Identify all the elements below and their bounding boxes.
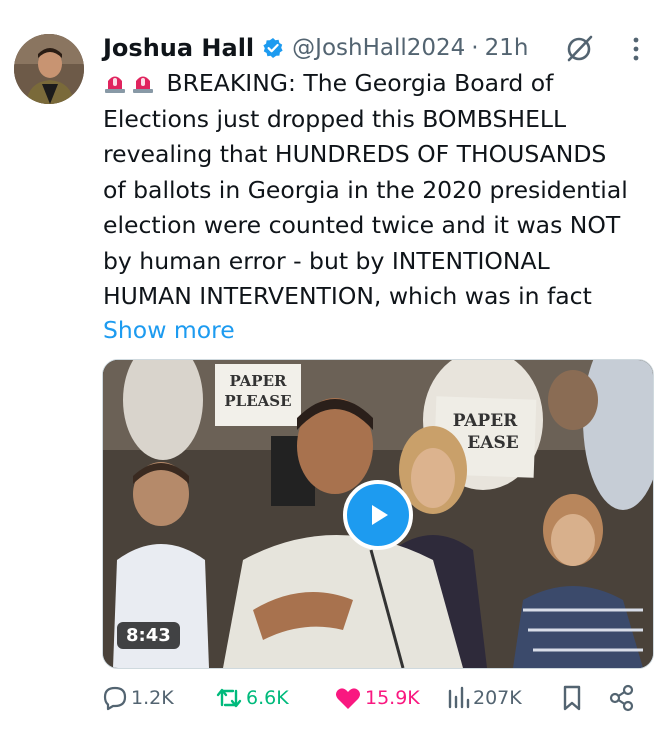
share-icon [609, 684, 634, 712]
views-button[interactable]: 207K [446, 680, 522, 716]
share-button[interactable] [608, 680, 639, 716]
verified-badge-icon [262, 37, 284, 59]
reply-count: 1.2K [131, 687, 174, 709]
heart-icon [336, 688, 360, 709]
video-duration-badge: 8:43 [117, 622, 180, 649]
siren-icon [131, 69, 155, 93]
protest-sign-text: PAPER [229, 372, 287, 390]
views-chart-icon [448, 686, 470, 709]
tweet[interactable]: Joshua Hall @JoshHall2024 · 21h BREAKING… [0, 0, 668, 735]
separator-dot: · [471, 35, 479, 61]
repost-button[interactable]: 6.6K [215, 680, 289, 716]
more-options-icon[interactable] [632, 36, 640, 62]
tweet-timestamp[interactable]: 21h [485, 35, 529, 61]
show-more-link[interactable]: Show more [103, 313, 235, 348]
video-player[interactable]: PAPER PLEASE PAPER EASE 8:43 [102, 359, 654, 669]
tweet-text-content: BREAKING: The Georgia Board of Elections… [103, 69, 628, 310]
reply-icon [103, 686, 127, 711]
reply-button[interactable]: 1.2K [102, 680, 174, 716]
views-count: 207K [473, 687, 522, 709]
avatar-image [14, 34, 84, 104]
tweet-header: Joshua Hall @JoshHall2024 · 21h [103, 28, 528, 68]
bookmark-button[interactable] [560, 680, 587, 716]
tweet-text: BREAKING: The Georgia Board of Elections… [103, 66, 648, 315]
grok-icon[interactable] [565, 33, 595, 63]
protest-sign-text: PAPER [453, 411, 518, 431]
play-button[interactable] [343, 480, 413, 550]
author-display-name[interactable]: Joshua Hall [103, 34, 254, 62]
siren-icon [103, 69, 127, 93]
repost-icon [216, 688, 242, 708]
protest-sign-text: PLEASE [224, 392, 291, 410]
avatar[interactable] [14, 34, 84, 104]
repost-count: 6.6K [246, 687, 289, 709]
author-handle[interactable]: @JoshHall2024 [292, 35, 465, 61]
bookmark-icon [563, 685, 581, 711]
play-icon [372, 505, 388, 525]
protest-sign-text: EASE [467, 433, 518, 453]
like-button[interactable]: 15.9K [334, 680, 420, 716]
tweet-actions-bar: 1.2K 6.6K 15.9K 207K [102, 680, 642, 716]
like-count: 15.9K [365, 687, 420, 709]
